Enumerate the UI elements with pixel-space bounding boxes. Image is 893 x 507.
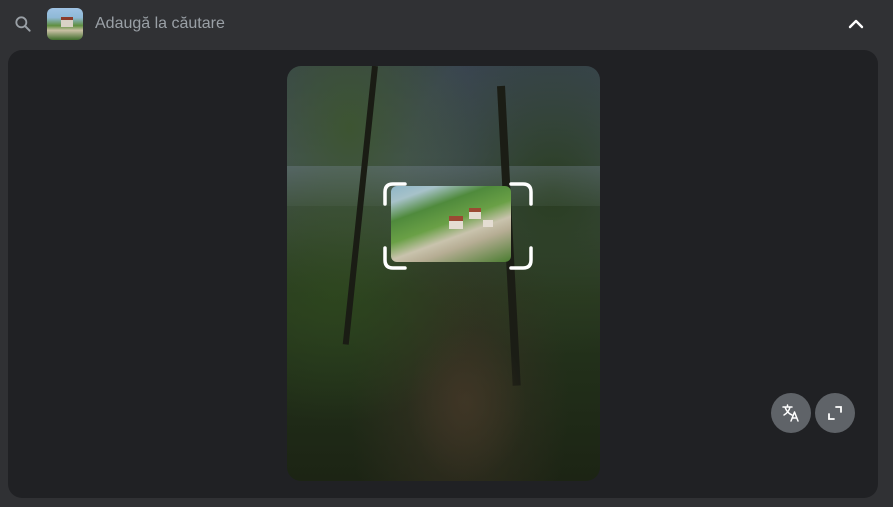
- expand-button[interactable]: [815, 393, 855, 433]
- translate-button[interactable]: [771, 393, 811, 433]
- thumbnail-house: [61, 20, 73, 27]
- chevron-up-icon[interactable]: [843, 11, 869, 37]
- lens-panel: [8, 50, 878, 498]
- image-thumbnail[interactable]: [47, 8, 83, 40]
- forest-path: [407, 326, 527, 481]
- search-input[interactable]: Adaugă la căutare: [95, 14, 225, 34]
- search-icon[interactable]: [13, 14, 33, 34]
- search-bar: Adaugă la căutare: [0, 0, 893, 48]
- selection-region[interactable]: [383, 182, 533, 270]
- selection-corners[interactable]: [383, 182, 533, 270]
- translate-icon: [782, 404, 799, 422]
- expand-icon: [828, 406, 842, 420]
- source-image[interactable]: [287, 66, 600, 481]
